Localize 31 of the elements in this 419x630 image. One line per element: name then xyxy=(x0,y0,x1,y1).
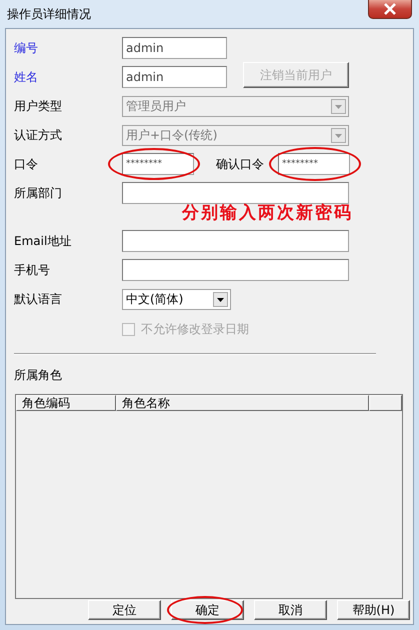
column-header[interactable]: 角色编码 xyxy=(16,395,116,411)
dialog-button[interactable]: 确定 xyxy=(171,600,244,620)
dialog-button[interactable]: 定位 xyxy=(88,600,161,620)
field-label: 用户类型 xyxy=(14,98,63,114)
field-label: 认证方式 xyxy=(14,126,63,144)
close-icon xyxy=(383,3,397,15)
section-label: 所属角色 xyxy=(14,367,63,384)
checkbox-label: 不允许修改登录日期 xyxy=(141,320,249,338)
input-field[interactable] xyxy=(122,182,349,204)
password-field[interactable]: ******** xyxy=(122,153,194,175)
field-label: 编号 xyxy=(14,40,39,56)
password-field[interactable]: ******** xyxy=(278,153,350,175)
input-field[interactable]: admin xyxy=(122,37,227,59)
input-field[interactable] xyxy=(122,259,349,281)
input-field[interactable]: admin xyxy=(122,66,227,88)
annotation-text: 分别输入两次新密码 xyxy=(182,204,353,223)
field-label: Email地址 xyxy=(14,232,72,250)
field-label: 所属部门 xyxy=(14,185,63,202)
empty-column-header xyxy=(369,395,402,411)
dialog-button[interactable]: 帮助(H) xyxy=(337,600,410,620)
window-title: 操作员详细情况 xyxy=(7,6,91,23)
field-label: 确认口令 xyxy=(216,156,265,172)
field-label: 默认语言 xyxy=(14,290,63,308)
field-label: 手机号 xyxy=(14,262,51,278)
dropdown-field[interactable]: 中文(简体) xyxy=(122,288,231,310)
input-field[interactable] xyxy=(122,230,349,252)
column-header[interactable]: 角色名称 xyxy=(116,395,369,411)
dialog-button[interactable]: 取消 xyxy=(254,600,327,620)
field-label: 口令 xyxy=(14,156,39,172)
field-label: 姓名 xyxy=(14,68,39,86)
close-button[interactable] xyxy=(368,0,412,19)
